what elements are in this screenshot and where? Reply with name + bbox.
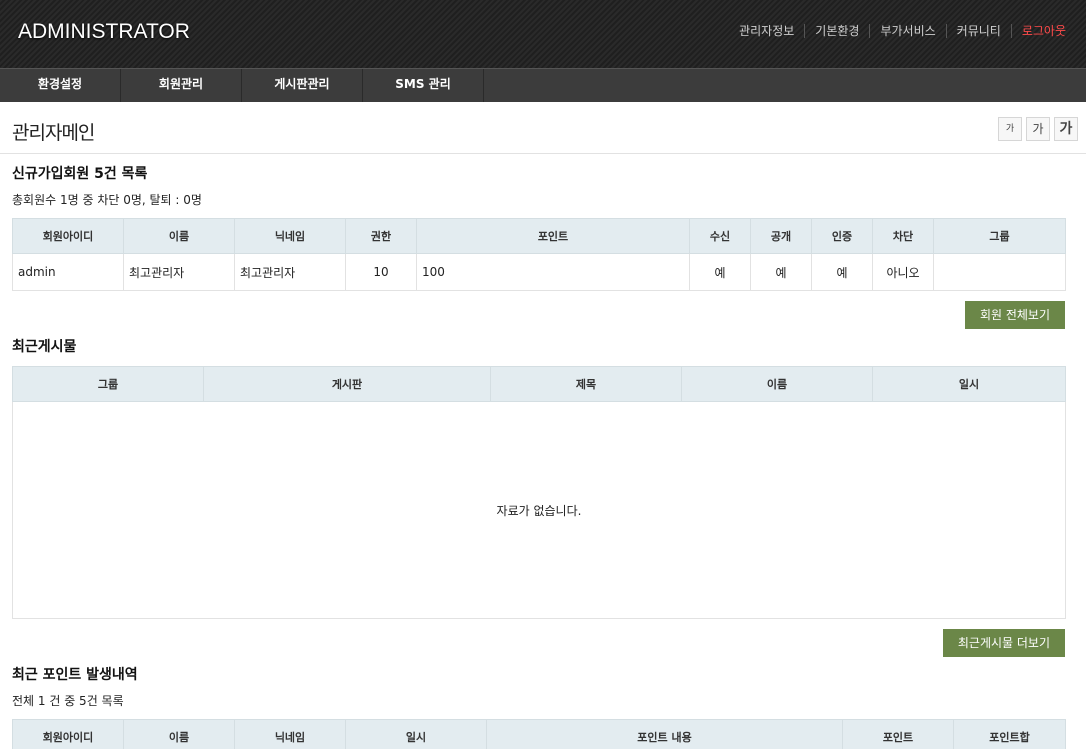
- col-header: 차단: [872, 218, 934, 254]
- col-header: 일시: [345, 719, 487, 749]
- col-header: 포인트: [842, 719, 954, 749]
- member-level-cell: 10: [345, 253, 417, 291]
- title-bar: 관리자메인 가 가 가: [0, 102, 1086, 154]
- empty-message: 자료가 없습니다.: [12, 401, 1066, 619]
- col-header: 일시: [872, 366, 1066, 402]
- col-header: 이름: [123, 218, 235, 254]
- member-cert-cell: 예: [811, 253, 873, 291]
- new-members-title: 신규가입회원 5건 목록: [12, 166, 148, 182]
- recent-posts-title: 최근게시물: [12, 339, 77, 355]
- col-header: 닉네임: [234, 719, 346, 749]
- member-block-cell: 아니오: [872, 253, 934, 291]
- more-posts-button[interactable]: 최근게시물 더보기: [942, 629, 1065, 657]
- page-title: 관리자메인: [12, 122, 95, 144]
- link-admin-info[interactable]: 관리자정보: [729, 24, 804, 38]
- col-header: 이름: [681, 366, 873, 402]
- member-group-cell: [933, 253, 1066, 291]
- nav-item-config[interactable]: 환경설정: [0, 69, 121, 102]
- table-row: admin 최고관리자 최고관리자 10 100 예 예 예 아니오: [12, 253, 1066, 291]
- table-row: 자료가 없습니다.: [12, 401, 1066, 619]
- col-header: 회원아이디: [12, 719, 124, 749]
- col-header: 인증: [811, 218, 873, 254]
- logout-link[interactable]: 로그아웃: [1010, 24, 1066, 38]
- recent-posts-table: 그룹 게시판 제목 이름 일시 자료가 없습니다.: [12, 366, 1066, 619]
- font-large-button[interactable]: 가: [1054, 117, 1078, 141]
- member-mailing-cell: 예: [689, 253, 751, 291]
- nav-item-boards[interactable]: 게시판관리: [242, 69, 363, 102]
- col-header: 닉네임: [234, 218, 346, 254]
- col-header: 게시판: [203, 366, 491, 402]
- recent-points-summary: 전체 1 건 중 5건 목록: [12, 694, 124, 708]
- new-members-summary: 총회원수 1명 중 차단 0명, 탈퇴 : 0명: [12, 193, 202, 207]
- font-medium-button[interactable]: 가: [1026, 117, 1050, 141]
- nav-item-members[interactable]: 회원관리: [121, 69, 242, 102]
- main-nav: 환경설정 회원관리 게시판관리 SMS 관리: [0, 68, 1086, 102]
- link-community[interactable]: 커뮤니티: [945, 24, 1011, 38]
- view-all-members-button[interactable]: 회원 전체보기: [964, 301, 1065, 329]
- col-header: 이름: [123, 719, 235, 749]
- col-header: 포인트: [416, 218, 690, 254]
- table-header-row: 그룹 게시판 제목 이름 일시: [12, 366, 1066, 402]
- col-header: 포인트합: [953, 719, 1066, 749]
- top-links: 관리자정보 기본환경 부가서비스 커뮤니티 로그아웃: [729, 24, 1066, 38]
- col-header: 그룹: [933, 218, 1066, 254]
- col-header: 그룹: [12, 366, 204, 402]
- link-basic-config[interactable]: 기본환경: [804, 24, 869, 38]
- main-content: 신규가입회원 5건 목록 총회원수 1명 중 차단 0명, 탈퇴 : 0명 회원…: [0, 163, 1086, 749]
- nav-item-sms[interactable]: SMS 관리: [363, 69, 484, 102]
- font-size-controls: 가 가 가: [998, 117, 1078, 141]
- admin-header: ADMINISTRATOR 관리자정보 기본환경 부가서비스 커뮤니티 로그아웃: [0, 0, 1086, 68]
- col-header: 제목: [490, 366, 682, 402]
- table-header-row: 회원아이디 이름 닉네임 권한 포인트 수신 공개 인증 차단 그룹: [12, 218, 1066, 254]
- col-header: 포인트 내용: [486, 719, 843, 749]
- col-header: 권한: [345, 218, 417, 254]
- member-open-cell: 예: [750, 253, 812, 291]
- admin-logo[interactable]: ADMINISTRATOR: [18, 20, 190, 44]
- member-name-cell: 최고관리자: [123, 253, 235, 291]
- col-header: 공개: [750, 218, 812, 254]
- member-point-cell: 100: [416, 253, 690, 291]
- col-header: 회원아이디: [12, 218, 124, 254]
- new-members-table: 회원아이디 이름 닉네임 권한 포인트 수신 공개 인증 차단 그룹 admin…: [12, 218, 1066, 291]
- link-extra-services[interactable]: 부가서비스: [869, 24, 945, 38]
- font-small-button[interactable]: 가: [998, 117, 1022, 141]
- member-button-row: 회원 전체보기: [12, 301, 1065, 329]
- recent-points-table: 회원아이디 이름 닉네임 일시 포인트 내용 포인트 포인트합: [12, 719, 1066, 749]
- member-id-cell[interactable]: admin: [12, 253, 124, 291]
- table-header-row: 회원아이디 이름 닉네임 일시 포인트 내용 포인트 포인트합: [12, 719, 1066, 749]
- member-nick-cell: 최고관리자: [234, 253, 346, 291]
- col-header: 수신: [689, 218, 751, 254]
- posts-button-row: 최근게시물 더보기: [12, 629, 1065, 657]
- recent-points-title: 최근 포인트 발생내역: [12, 667, 138, 683]
